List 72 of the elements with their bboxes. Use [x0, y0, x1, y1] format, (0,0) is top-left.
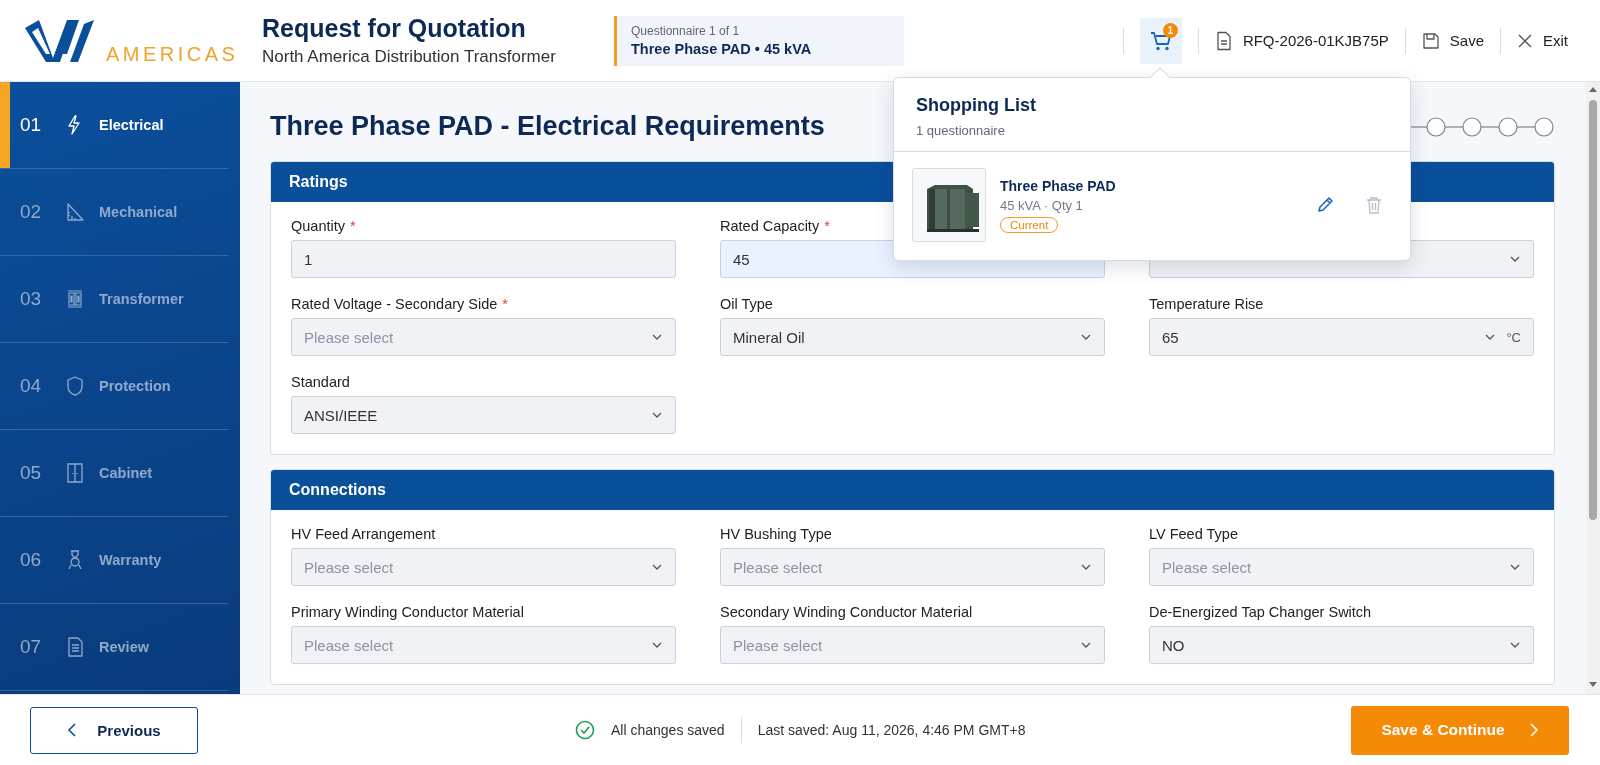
rfq-number: RFQ-2026-01KJB75P	[1242, 32, 1389, 49]
dropdown-field[interactable]: ANSI/IEEE	[291, 396, 676, 434]
save-status: All changes saved	[611, 722, 725, 738]
dropdown-field[interactable]: Mineral Oil	[720, 318, 1105, 356]
chevron-down-icon	[1509, 641, 1521, 649]
chevron-down-icon	[1484, 333, 1497, 341]
field-label: De-Energized Tap Changer Switch	[1149, 604, 1372, 622]
field-label: Quantity	[291, 218, 345, 236]
dropdown-field[interactable]: Please select	[720, 626, 1105, 664]
pencil-icon[interactable]	[1316, 196, 1334, 214]
chevron-down-icon	[651, 411, 663, 419]
field-label: Primary Winding Conductor Material	[291, 604, 524, 622]
required-mark: *	[824, 218, 830, 236]
field-label: LV Feed Type	[1149, 526, 1238, 544]
field-label: Oil Type	[720, 296, 773, 314]
required-mark: *	[502, 296, 508, 314]
last-saved-time: Last saved: Aug 11, 2026, 4:46 PM GMT+8	[757, 722, 1026, 738]
field-label: Rated Capacity	[720, 218, 820, 236]
cabinet-icon	[64, 462, 86, 484]
logo-text: AMERICAS	[106, 42, 239, 66]
app-subtitle: North America Distribution Transformer	[262, 47, 557, 67]
field-label: Secondary Winding Conductor Material	[720, 604, 973, 622]
dropdown-field[interactable]: 65 °C	[1149, 318, 1534, 356]
step-item[interactable]: 03 Transformer	[0, 256, 228, 343]
step-item[interactable]: 01 Electrical	[0, 82, 228, 169]
field-label: Rated Voltage - Secondary Side	[291, 296, 498, 314]
required-mark: *	[350, 218, 356, 236]
save-continue-button[interactable]: Save & Continue	[1351, 705, 1569, 755]
previous-button[interactable]: Previous	[30, 706, 198, 754]
step-item[interactable]: 06 Warranty	[0, 517, 228, 604]
exit-button[interactable]: Exit	[1517, 32, 1568, 49]
step-item[interactable]: 05 Cabinet	[0, 430, 228, 517]
check-circle-icon	[575, 720, 595, 740]
dropdown-field[interactable]: Please select	[291, 626, 676, 664]
chevron-down-icon	[651, 641, 663, 649]
questionnaire-count: Questionnaire 1 of 1	[631, 23, 741, 38]
page-title: Three Phase PAD - Electrical Requirements	[270, 111, 825, 142]
dropdown-field[interactable]: Please select	[1149, 548, 1534, 586]
dropdown-field[interactable]: Please select	[720, 548, 1105, 586]
field-label: Standard	[291, 374, 350, 392]
cart-button[interactable]: 1	[1139, 17, 1182, 64]
step-item[interactable]: 04 Protection	[0, 343, 228, 430]
count-badge: 1	[1162, 22, 1178, 38]
chevron-down-icon	[651, 563, 663, 571]
app-title: Request for Quotation	[262, 14, 527, 43]
input-field[interactable]: 1	[291, 240, 676, 278]
questionnaire-name: Three Phase PAD • 45 kVA	[631, 40, 813, 57]
step-item[interactable]: 02 Mechanical	[0, 169, 228, 256]
chevron-down-icon	[1509, 255, 1521, 263]
chevron-down-icon	[1080, 641, 1092, 649]
chevron-down-icon	[1509, 563, 1521, 571]
popover-title: Shopping List	[916, 95, 1037, 116]
dropdown-field[interactable]: Please select	[291, 548, 676, 586]
item-name: Three Phase PAD	[1000, 177, 1116, 194]
unit-label: °C	[1506, 329, 1521, 345]
section-header: Connections	[271, 470, 1554, 510]
field-label: Temperature Rise	[1149, 296, 1264, 314]
chevron-down-icon	[1080, 563, 1092, 571]
chevron-down-icon	[651, 333, 663, 341]
dropdown-field[interactable]: Please select	[291, 318, 676, 356]
step-item[interactable]: 07 Review	[0, 604, 228, 691]
document-icon	[1214, 30, 1233, 51]
field-label: HV Bushing Type	[720, 526, 832, 544]
close-icon	[1517, 32, 1533, 49]
chevron-right-icon	[1528, 723, 1539, 737]
shield-icon	[64, 375, 86, 397]
popover-subtitle: 1 questionnaire	[916, 123, 1006, 138]
field-label: HV Feed Arrangement	[291, 526, 436, 544]
chevron-left-icon	[67, 723, 78, 737]
save-button[interactable]: Save	[1421, 31, 1484, 50]
chevron-down-icon	[1080, 333, 1092, 341]
dropdown-field[interactable]: NO	[1149, 626, 1534, 664]
